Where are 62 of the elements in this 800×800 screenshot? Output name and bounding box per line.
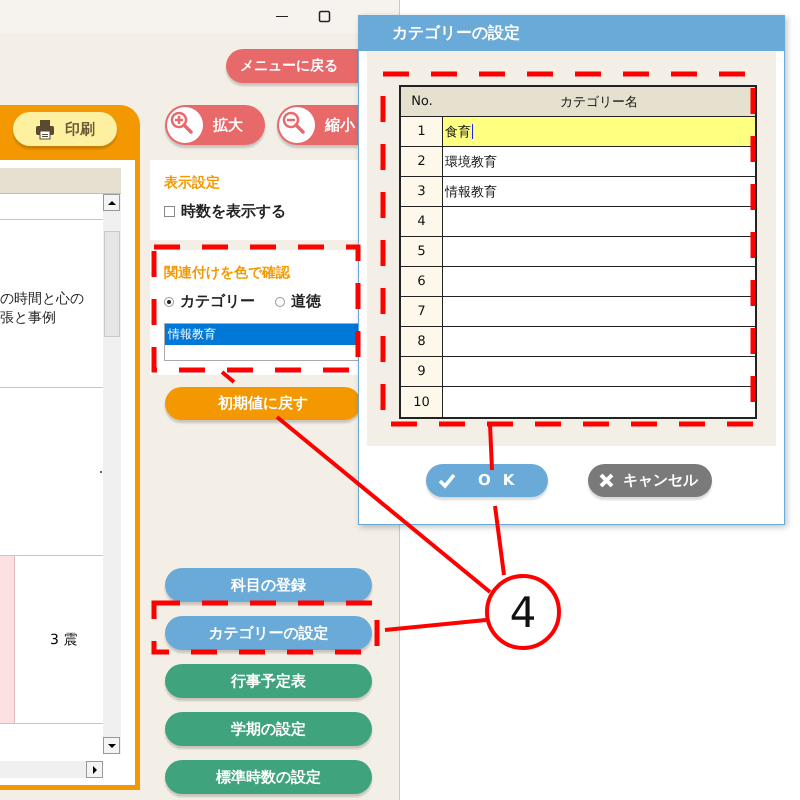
zoom-out-icon bbox=[279, 107, 315, 143]
table-cell-text: 3 震 bbox=[49, 630, 78, 648]
category-name-field[interactable]: 環境教育 bbox=[443, 147, 755, 177]
menu-back-button[interactable]: メニューに戻る bbox=[226, 49, 358, 83]
row-number: 6 bbox=[401, 267, 443, 297]
row-number: 5 bbox=[401, 237, 443, 267]
vertical-scrollbar[interactable] bbox=[103, 194, 121, 754]
zoom-in-icon bbox=[167, 107, 203, 143]
row-number: 8 bbox=[401, 327, 443, 357]
category-name-field[interactable] bbox=[443, 387, 755, 417]
table-cell-text: の時間と心の 張と事例 bbox=[0, 290, 85, 328]
nav-button[interactable]: 行事予定表 bbox=[165, 664, 372, 698]
zoom-out-button[interactable]: 縮小 bbox=[277, 105, 358, 145]
row-number: 10 bbox=[401, 387, 443, 417]
cancel-button[interactable]: キャンセル bbox=[588, 464, 712, 496]
row-number: 9 bbox=[401, 357, 443, 387]
column-header: カテゴリー名 bbox=[443, 87, 755, 117]
down-arrow-icon bbox=[108, 744, 116, 748]
up-arrow-icon bbox=[108, 200, 116, 204]
nav-button[interactable]: 科目の登録 bbox=[165, 568, 372, 602]
category-name-field[interactable] bbox=[443, 237, 755, 267]
scrollbar-thumb[interactable] bbox=[104, 231, 120, 337]
column-header: No. bbox=[401, 87, 443, 117]
row-number: 1 bbox=[401, 117, 443, 147]
category-name-field[interactable]: 食育 bbox=[443, 117, 755, 147]
reset-button[interactable]: 初期値に戻す bbox=[165, 387, 361, 420]
dialog-title: カテゴリーの設定 bbox=[359, 16, 784, 51]
category-name-field[interactable] bbox=[443, 297, 755, 327]
category-list[interactable]: 情報教育 bbox=[164, 323, 358, 361]
row-number: 2 bbox=[401, 147, 443, 177]
section-title: 関連付けを色で確認 bbox=[164, 264, 292, 282]
row-number: 7 bbox=[401, 297, 443, 327]
category-name-field[interactable] bbox=[443, 327, 755, 357]
printer-icon bbox=[35, 118, 55, 140]
checkbox[interactable] bbox=[164, 206, 175, 217]
category-name-field[interactable]: 情報教育 bbox=[443, 177, 755, 207]
category-name-field[interactable] bbox=[443, 357, 755, 387]
radio-option[interactable]: カテゴリー bbox=[164, 292, 255, 311]
scroll-up-button[interactable] bbox=[103, 194, 120, 211]
ok-button[interactable]: OK bbox=[426, 464, 548, 496]
checkbox-label: 時数を表示する bbox=[181, 202, 286, 221]
scroll-right-button[interactable] bbox=[86, 761, 103, 778]
nav-button[interactable]: 標準時数の設定 bbox=[165, 760, 372, 794]
nav-button[interactable]: 学期の設定 bbox=[165, 712, 372, 746]
horizontal-scrollbar[interactable] bbox=[0, 761, 103, 778]
row-number: 3 bbox=[401, 177, 443, 207]
scroll-down-button[interactable] bbox=[103, 737, 120, 754]
category-name-field[interactable] bbox=[443, 207, 755, 237]
minimize-icon bbox=[276, 16, 288, 18]
category-name-field[interactable] bbox=[443, 267, 755, 297]
maximize-icon bbox=[318, 10, 331, 23]
nav-button[interactable]: カテゴリーの設定 bbox=[165, 616, 372, 650]
close-icon bbox=[598, 472, 615, 488]
callout-number: 4 bbox=[485, 574, 561, 650]
list-item[interactable]: 情報教育 bbox=[165, 324, 358, 345]
print-button[interactable]: 印刷 bbox=[13, 112, 117, 146]
check-icon bbox=[438, 472, 456, 488]
radio-option[interactable]: 道徳 bbox=[275, 292, 321, 311]
section-title: 表示設定 bbox=[164, 174, 221, 192]
right-arrow-icon bbox=[92, 766, 96, 774]
row-number: 4 bbox=[401, 207, 443, 237]
zoom-in-button[interactable]: 拡大 bbox=[165, 105, 265, 145]
